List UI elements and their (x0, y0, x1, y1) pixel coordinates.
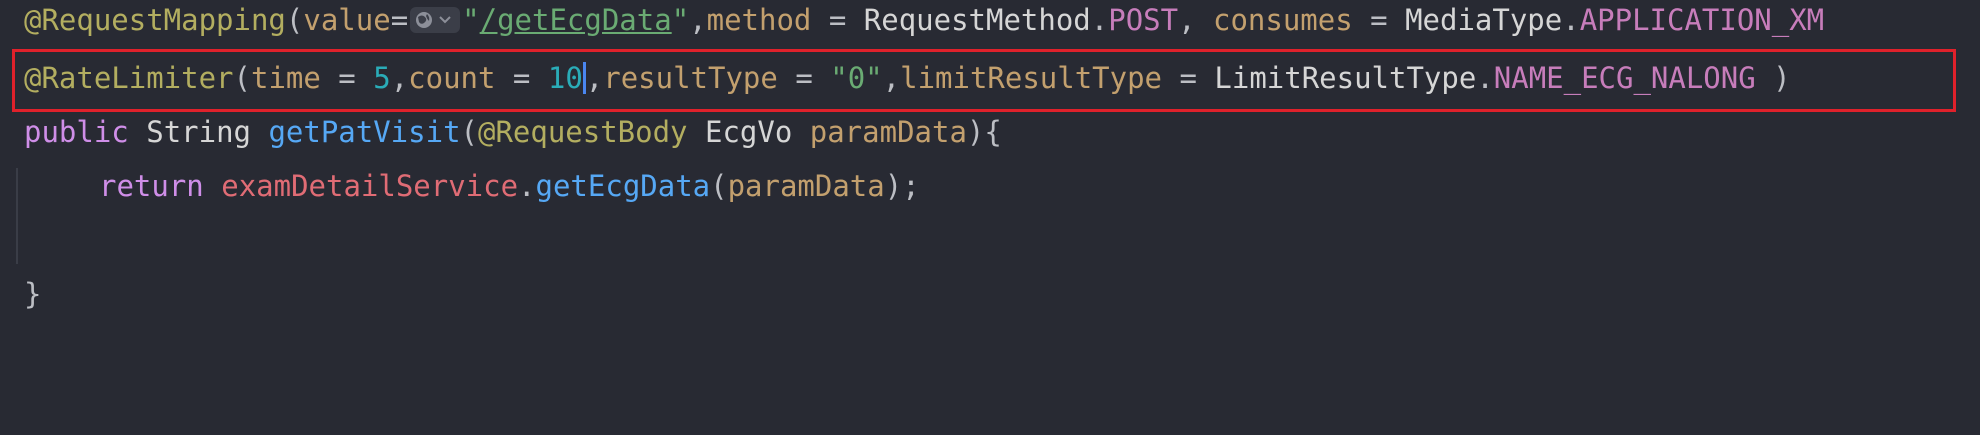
comma: , (1178, 3, 1213, 37)
equals-sign: = (811, 3, 864, 37)
method-call: getEcgData (535, 169, 711, 203)
paren-close-semicolon: ); (884, 169, 920, 203)
code-line-4[interactable]: return examDetailService.getEcgData(para… (24, 166, 920, 206)
annotation-request-mapping: @RequestMapping (24, 3, 286, 37)
url-inlay-hint[interactable] (409, 5, 461, 35)
code-line-6[interactable]: } (24, 274, 41, 314)
argument: paramData (727, 169, 885, 203)
keyword-public: public (24, 115, 129, 149)
annotation-request-body: @RequestBody (478, 115, 688, 149)
quote: " (671, 3, 690, 37)
endpoint-url-link[interactable]: /getEcgData (480, 3, 672, 37)
param-name: paramData (809, 115, 967, 149)
equals-sign: = (1352, 3, 1406, 37)
equals-sign: = (390, 3, 409, 37)
closing-brace: } (24, 277, 42, 311)
method-name: getPatVisit (268, 115, 461, 149)
code-line-1[interactable]: @RequestMapping(value= "/getEcgData",meth… (24, 0, 1824, 40)
paren-open: ( (460, 115, 478, 149)
type-ecg-vo: EcgVo (704, 115, 793, 149)
paren-close-brace: ){ (966, 115, 1002, 149)
paren-open: ( (710, 169, 728, 203)
indent-guide (16, 168, 18, 264)
type-request-method: RequestMethod (863, 3, 1091, 37)
dot: . (1562, 3, 1580, 37)
dot: . (518, 169, 536, 203)
code-editor[interactable]: @RequestMapping(value= "/getEcgData",meth… (0, 0, 1980, 435)
dot: . (1090, 3, 1109, 37)
keyword-return: return (99, 169, 204, 203)
type-string: String (146, 115, 251, 149)
type-media-type: MediaType (1405, 3, 1563, 37)
constant-post: POST (1108, 3, 1179, 37)
paren-open: ( (285, 3, 304, 37)
service-field: examDetailService (221, 169, 519, 203)
attr-consumes-key: consumes (1213, 3, 1353, 37)
globe-icon (416, 12, 433, 28)
constant-application: APPLICATION_XM (1579, 3, 1825, 37)
code-line-3[interactable]: public String getPatVisit(@RequestBody E… (24, 112, 1002, 152)
quote: " (462, 3, 480, 37)
comma: , (689, 3, 707, 37)
attr-method-key: method (706, 3, 812, 37)
attr-value-key: value (303, 3, 391, 37)
highlight-box (12, 49, 1956, 112)
